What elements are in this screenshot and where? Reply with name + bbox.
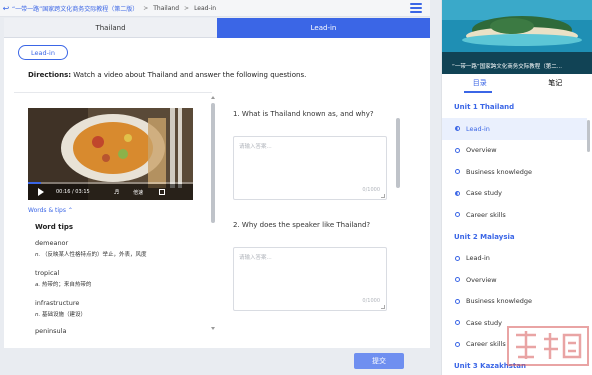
play-icon[interactable] [38, 188, 44, 196]
sidebar-scrollbar[interactable] [587, 120, 590, 152]
fullscreen-icon[interactable] [159, 189, 166, 195]
toc-item-label: Lead-in [466, 254, 490, 263]
volume-icon[interactable]: ♬ [114, 189, 119, 196]
sidebar-tabs: 目录 笔记 [442, 78, 592, 92]
video-player[interactable]: 00:16 / 03:15 ♬ 倍速 [28, 108, 193, 200]
word-definition: n. 基础设施（建设） [35, 310, 86, 318]
char-count: 0/1000 [362, 298, 380, 304]
chevron-up-icon: ⌃ [67, 207, 73, 214]
toc-item-label: Overview [466, 146, 497, 155]
toc-item-label: Business knowledge [466, 297, 532, 306]
word-def-text: （反映某人性格特点的）举止，外表，风度 [41, 252, 147, 258]
question-1: 1. What is Thailand known as, and why? [233, 110, 374, 118]
resize-handle-icon[interactable] [381, 305, 385, 309]
words-tips-label: Words & tips [28, 207, 66, 214]
progress-dot-icon [455, 341, 460, 347]
breadcrumb-course[interactable]: “一带一路”国家跨文化商务交际教程（第二版） [12, 4, 138, 13]
progress-dot-icon [455, 298, 460, 304]
answer-placeholder: 请输入答案... [239, 255, 272, 261]
progress-dot-icon [455, 320, 460, 326]
words-tips-toggle[interactable]: Words & tips ⌃ [28, 207, 73, 214]
word-definition: n. （反映某人性格特点的）举止，外表，风度 [35, 250, 147, 258]
section-tabs: Thailand Lead-in [4, 18, 430, 38]
watermark-seal [507, 326, 589, 366]
app-window: ↩ “一带一路”国家跨文化商务交际教程（第二版） > Thailand > Le… [0, 0, 592, 375]
toc-item[interactable]: Business knowledge [442, 291, 587, 313]
toc-item[interactable]: Case study [442, 183, 587, 205]
toc-item-label: Business knowledge [466, 167, 532, 176]
course-sidebar: “一带一路”国家跨文化商务交际教程（第二... 目录 笔记 Unit 1 Tha… [441, 0, 592, 375]
word-def-text: 基础设施（建设） [41, 312, 86, 318]
word-term: demeanor [35, 239, 69, 247]
top-bar: ↩ “一带一路”国家跨文化商务交际教程（第二版） > Thailand > Le… [0, 0, 430, 17]
unit-heading[interactable]: Unit 1 Thailand [442, 96, 587, 118]
toc-item-label: Career skills [466, 340, 506, 349]
media-panel: 00:16 / 03:15 ♬ 倍速 Words & tips ⌃ Word t… [14, 92, 212, 348]
cover-title: “一带一路”国家跨文化商务交际教程（第二... [452, 64, 562, 70]
progress-dot-icon [455, 147, 460, 153]
lead-in-badge: Lead-in [18, 45, 68, 60]
toc-item-label: Case study [466, 189, 503, 198]
word-definition: a. 热带的；来自热带的 [35, 280, 91, 288]
directions-text: Directions: Watch a video about Thailand… [28, 71, 306, 79]
word-term: infrastructure [35, 299, 80, 307]
scroll-thumb[interactable] [211, 103, 215, 223]
char-count: 0/1000 [362, 187, 380, 193]
toc-item[interactable]: Business knowledge [442, 161, 587, 183]
right-scrollbar[interactable] [396, 118, 400, 188]
answer-field-1[interactable]: 请输入答案... 0/1000 [233, 136, 387, 200]
resize-handle-icon[interactable] [381, 194, 385, 198]
breadcrumb-current: Lead-in [194, 4, 217, 12]
toc-item-label: Case study [466, 318, 503, 327]
breadcrumb-separator: > [184, 4, 190, 12]
left-scrollbar[interactable] [210, 92, 216, 348]
word-pos: n. [35, 252, 41, 258]
tab-lead-in[interactable]: Lead-in [217, 18, 430, 38]
progress-dot-icon [455, 212, 460, 218]
answer-field-2[interactable]: 请输入答案... 0/1000 [233, 247, 387, 311]
back-icon[interactable]: ↩ [0, 0, 12, 17]
breadcrumb-separator: > [143, 4, 149, 12]
progress-dot-icon [455, 255, 460, 261]
progress-dot-icon [455, 190, 460, 196]
tab-thailand[interactable]: Thailand [4, 18, 217, 38]
progress-dot-icon [455, 277, 460, 283]
toc-item[interactable]: Overview [442, 269, 587, 291]
toc-item[interactable]: Lead-in [442, 118, 587, 140]
active-tab-indicator [464, 91, 492, 93]
video-time: 00:16 / 03:15 [56, 189, 90, 195]
scroll-down-icon[interactable] [211, 327, 215, 330]
word-pos: n. [35, 312, 41, 318]
toc-item-label: Overview [466, 275, 497, 284]
unit-heading[interactable]: Unit 2 Malaysia [442, 226, 587, 248]
progress-dot-icon [455, 126, 460, 132]
directions-body: Watch a video about Thailand and answer … [71, 71, 307, 79]
answer-placeholder: 请输入答案... [239, 144, 272, 150]
word-def-text: 热带的；来自热带的 [41, 282, 92, 288]
directions-label: Directions: [28, 71, 72, 79]
word-tips-title: Word tips [35, 223, 74, 231]
speed-button[interactable]: 倍速 [133, 189, 143, 196]
breadcrumb-unit[interactable]: Thailand [153, 5, 179, 12]
toc-item[interactable]: Overview [442, 140, 587, 162]
tab-contents[interactable]: 目录 [442, 78, 518, 92]
course-cover: “一带一路”国家跨文化商务交际教程（第二... [442, 0, 592, 74]
toc-item[interactable]: Lead-in [442, 248, 587, 270]
word-pos: a. [35, 282, 41, 288]
question-2: 2. Why does the speaker like Thailand? [233, 221, 371, 229]
toc-item-label: Lead-in [466, 124, 490, 133]
menu-icon[interactable] [410, 3, 422, 13]
word-term: peninsula [35, 327, 67, 335]
word-term: tropical [35, 269, 60, 277]
toc-item-label: Career skills [466, 210, 506, 219]
toc-item[interactable]: Career skills [442, 204, 587, 226]
scroll-up-icon[interactable] [211, 96, 215, 99]
progress-dot-icon [455, 169, 460, 175]
submit-button[interactable]: 提交 [354, 353, 404, 369]
video-controls: 00:16 / 03:15 ♬ 倍速 [28, 184, 193, 200]
tab-notes[interactable]: 笔记 [518, 78, 592, 92]
